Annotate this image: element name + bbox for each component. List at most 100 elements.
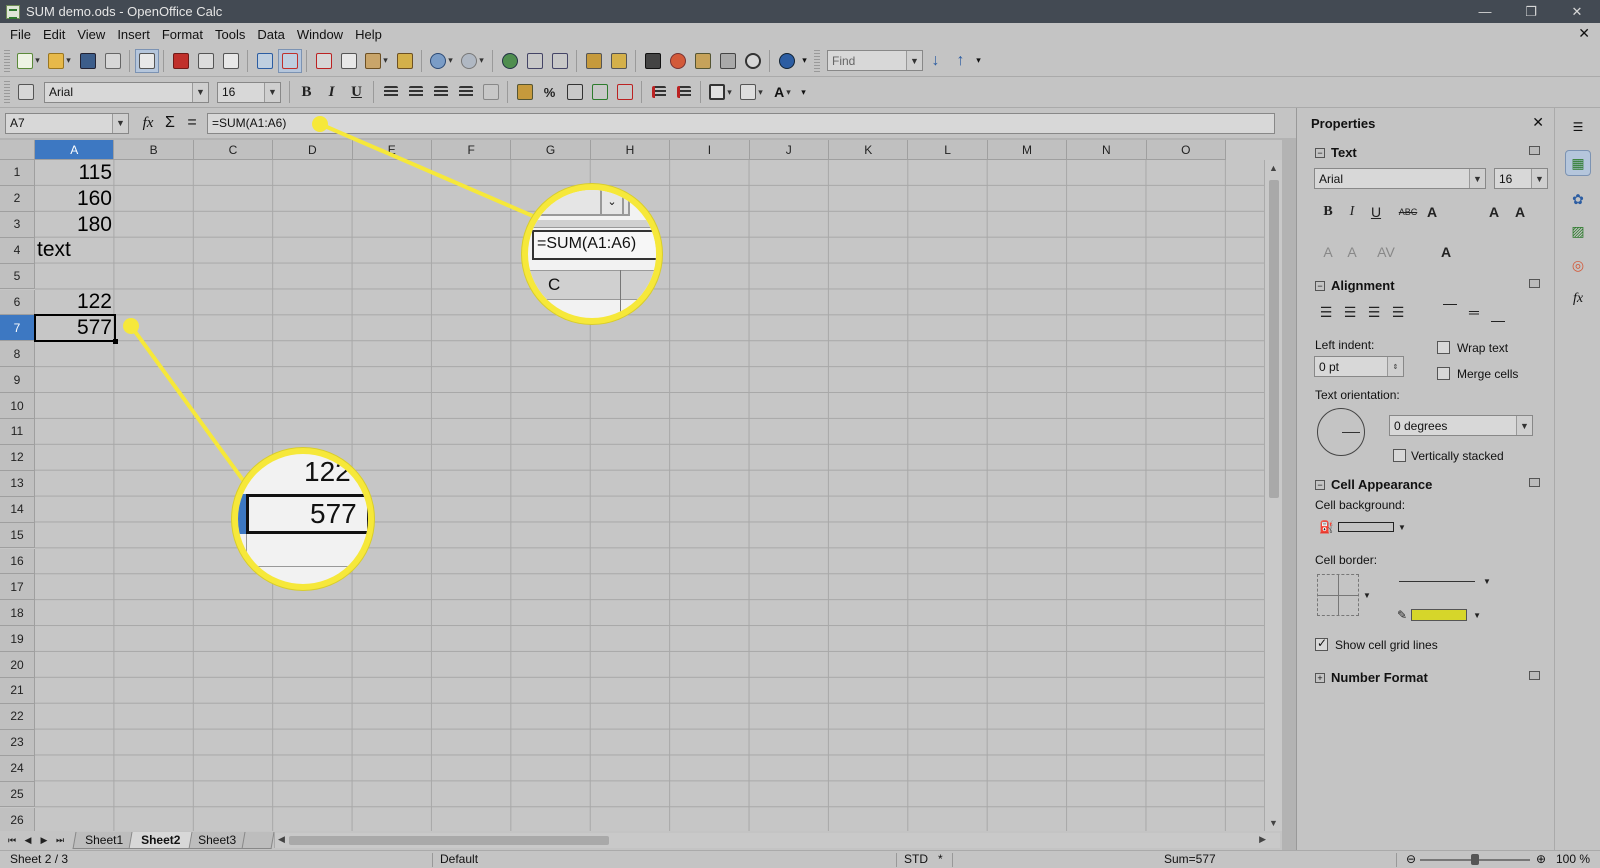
tab-sheet1[interactable]: Sheet1 <box>72 832 136 849</box>
row-header-4[interactable]: 4 <box>0 237 35 264</box>
sidebar-align-center-icon[interactable]: ☰ <box>1339 301 1361 323</box>
standard-format-icon[interactable] <box>563 80 587 104</box>
toolbar-grip[interactable] <box>814 49 820 72</box>
row-header-15[interactable]: 15 <box>0 522 35 549</box>
column-header-h[interactable]: H <box>590 140 671 160</box>
restore-button[interactable]: ❐ <box>1508 0 1554 23</box>
column-header-l[interactable]: L <box>908 140 988 160</box>
increase-font-icon[interactable]: A <box>1483 201 1505 223</box>
find-replace-icon[interactable] <box>641 49 665 73</box>
toolbar-grip[interactable] <box>4 81 10 103</box>
zoom-out-icon[interactable]: ⊖ <box>1406 852 1416 866</box>
name-box[interactable]: A7 ▼ <box>5 112 129 134</box>
clone-formatting-icon[interactable] <box>393 49 417 73</box>
decrease-indent-icon[interactable] <box>647 80 671 104</box>
functions-deck-icon[interactable]: fx <box>1565 286 1591 312</box>
increase-indent-icon[interactable] <box>672 80 696 104</box>
row-header-14[interactable]: 14 <box>0 496 35 523</box>
tab-sheet2[interactable]: Sheet2 <box>128 832 193 849</box>
chevron-down-icon[interactable]: ▼ <box>1531 169 1547 188</box>
column-header-f[interactable]: F <box>432 140 512 160</box>
delete-decimal-icon[interactable] <box>613 80 637 104</box>
merge-cells-checkbox[interactable] <box>1437 367 1450 380</box>
row-header-12[interactable]: 12 <box>0 444 35 471</box>
section-number-format[interactable]: + Number Format <box>1315 670 1428 685</box>
column-header-j[interactable]: J <box>749 140 829 160</box>
column-header-g[interactable]: G <box>511 140 591 160</box>
column-header-d[interactable]: D <box>273 140 353 160</box>
row-header-17[interactable]: 17 <box>0 574 35 601</box>
navigator-icon[interactable] <box>666 49 690 73</box>
row-header-19[interactable]: 19 <box>0 626 35 653</box>
row-header-3[interactable]: 3 <box>0 211 35 238</box>
spellcheck-icon[interactable] <box>253 49 277 73</box>
zoom-slider-knob[interactable] <box>1471 854 1479 865</box>
insert-chart-icon[interactable] <box>582 49 606 73</box>
navigator-deck-icon[interactable]: ◎ <box>1565 252 1591 278</box>
next-sheet-icon[interactable]: ▶ <box>36 833 52 849</box>
merge-cells-icon[interactable] <box>479 80 503 104</box>
gallery-icon[interactable] <box>691 49 715 73</box>
menu-insert[interactable]: Insert <box>111 27 156 42</box>
align-center-icon[interactable] <box>404 80 428 104</box>
gallery-deck-icon[interactable]: ▨ <box>1565 218 1591 244</box>
cell-a2[interactable]: 160 <box>35 186 115 212</box>
column-header-e[interactable]: E <box>352 140 432 160</box>
function-icon[interactable]: = <box>181 114 203 132</box>
row-header-8[interactable]: 8 <box>0 341 35 368</box>
font-name-combo[interactable]: Arial ▼ <box>44 81 209 103</box>
align-bottom-icon[interactable]: ⎽ <box>1487 303 1509 325</box>
help-icon[interactable] <box>775 49 799 73</box>
row-header-22[interactable]: 22 <box>0 703 35 730</box>
cell-a3[interactable]: 180 <box>35 212 115 238</box>
sidebar-underline-button[interactable]: U <box>1365 201 1387 223</box>
menu-data[interactable]: Data <box>251 27 290 42</box>
menu-format[interactable]: Format <box>156 27 209 42</box>
minimize-button[interactable]: — <box>1462 0 1508 23</box>
cell-a6[interactable]: 122 <box>35 289 115 315</box>
redo-icon[interactable] <box>458 49 488 73</box>
menu-file[interactable]: File <box>4 27 37 42</box>
menu-tools[interactable]: Tools <box>209 27 251 42</box>
row-header-7[interactable]: 7 <box>0 315 35 342</box>
toolbar-options-icon[interactable]: ▾ <box>974 49 984 73</box>
align-right-icon[interactable] <box>429 80 453 104</box>
italic-button[interactable]: I <box>320 80 344 104</box>
justify-icon[interactable] <box>454 80 478 104</box>
underline-button[interactable]: U <box>345 80 369 104</box>
data-sources-icon[interactable] <box>716 49 740 73</box>
page-style[interactable]: Default <box>440 852 478 866</box>
row-header-18[interactable]: 18 <box>0 600 35 627</box>
row-header-9[interactable]: 9 <box>0 367 35 394</box>
expand-icon[interactable]: + <box>1315 672 1325 683</box>
paste-icon[interactable] <box>362 49 392 73</box>
chevron-down-icon[interactable]: ▼ <box>1363 591 1371 600</box>
row-header-26[interactable]: 26 <box>0 807 35 831</box>
cell-a1[interactable]: 115 <box>35 160 115 186</box>
currency-format-icon[interactable] <box>513 80 537 104</box>
column-header-i[interactable]: I <box>670 140 750 160</box>
line-style-picker[interactable]: ▼ <box>1393 570 1493 592</box>
row-header-13[interactable]: 13 <box>0 470 35 497</box>
styles-formatting-icon[interactable] <box>14 80 38 104</box>
column-header-c[interactable]: C <box>193 140 274 160</box>
column-header-a[interactable]: A <box>35 140 115 160</box>
row-header-20[interactable]: 20 <box>0 652 35 678</box>
menu-window[interactable]: Window <box>291 27 349 42</box>
tab-add-sheet[interactable] <box>241 832 275 849</box>
shadow-button[interactable]: A <box>1421 201 1443 223</box>
strikethrough-button[interactable]: ABC <box>1397 201 1419 223</box>
sort-descending-icon[interactable] <box>548 49 572 73</box>
orientation-combo[interactable]: 0 degrees ▼ <box>1389 415 1533 436</box>
sidebar-menu-icon[interactable]: ☰ <box>1565 114 1591 140</box>
row-header-25[interactable]: 25 <box>0 781 35 808</box>
vertically-stacked-checkbox[interactable] <box>1393 449 1406 462</box>
last-sheet-icon[interactable]: ⏭ <box>52 833 68 849</box>
row-header-21[interactable]: 21 <box>0 678 35 704</box>
select-all-corner[interactable] <box>0 140 35 160</box>
hyperlink-icon[interactable] <box>498 49 522 73</box>
more-options-icon[interactable] <box>1529 146 1540 155</box>
chevron-down-icon[interactable]: ▼ <box>1516 416 1532 435</box>
autospellcheck-icon[interactable] <box>277 48 302 73</box>
properties-deck-icon[interactable]: ▦ <box>1565 150 1591 176</box>
